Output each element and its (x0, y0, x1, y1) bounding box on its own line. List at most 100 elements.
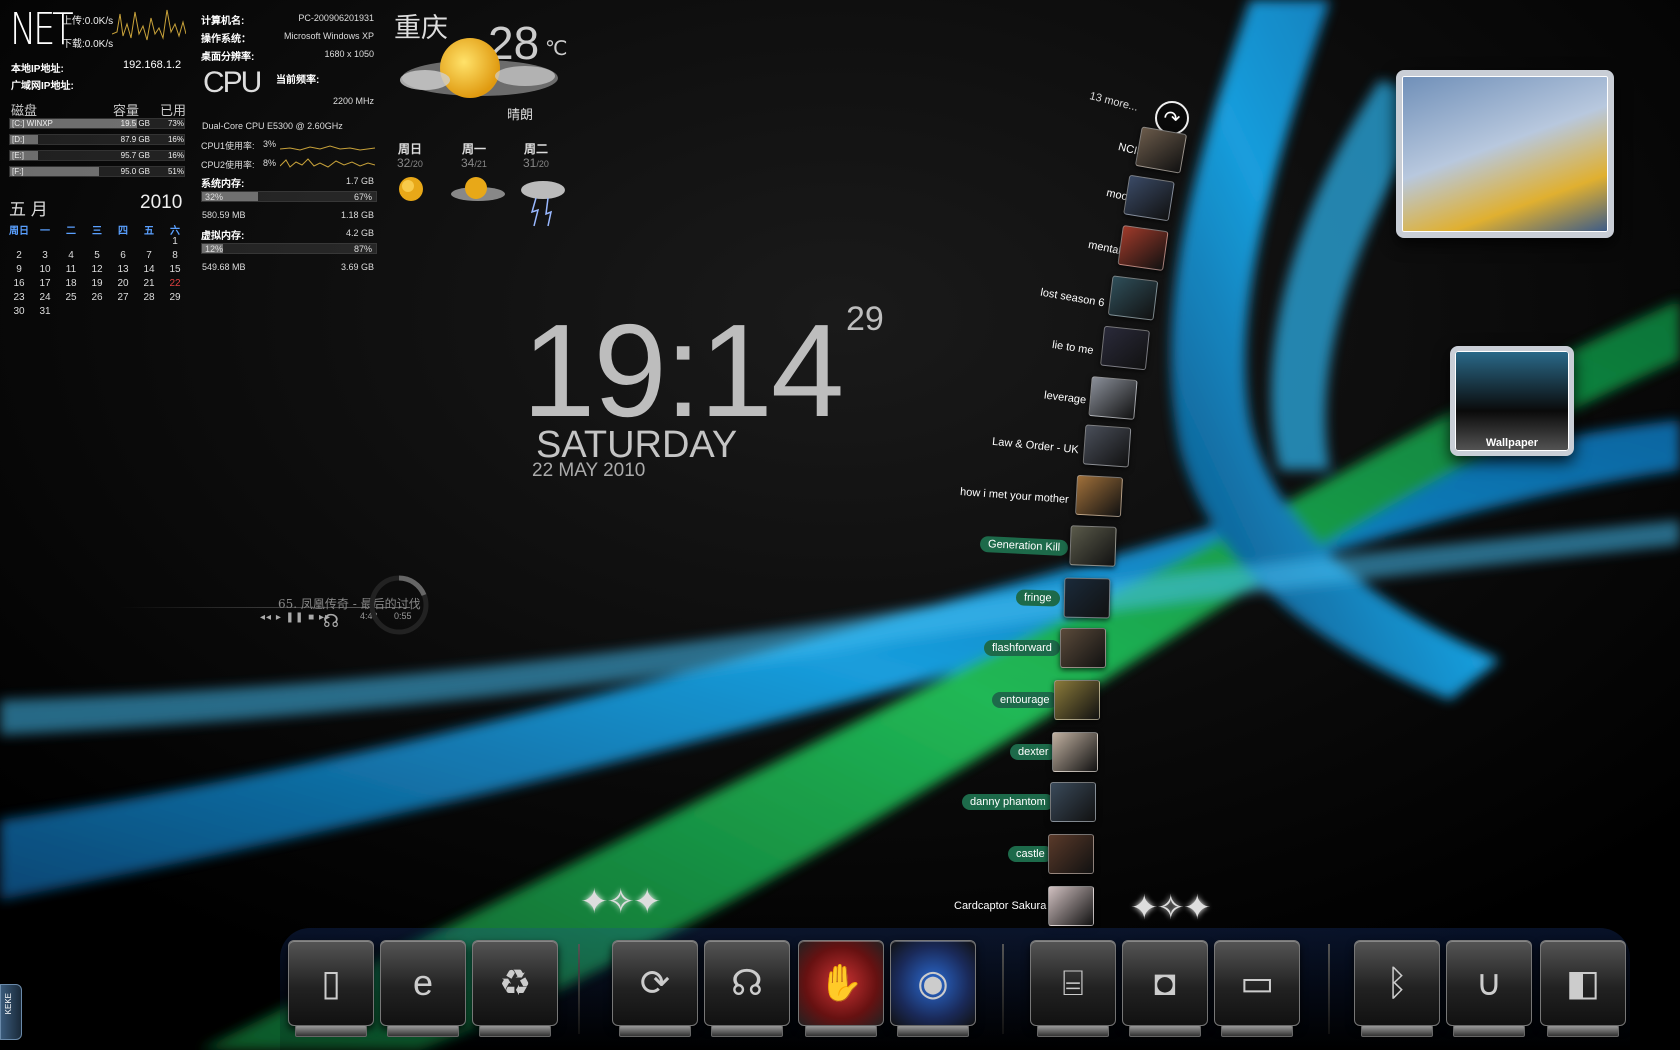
calendar-day[interactable]: 9 (6, 264, 32, 276)
capacity-header: 容量 (113, 103, 140, 118)
wan-ip-label: 广域网IP地址: (11, 81, 74, 92)
calendar-day[interactable]: 29 (162, 292, 188, 304)
show-folder-thumbnail[interactable] (1054, 680, 1100, 720)
calendar-day[interactable]: 25 (58, 292, 84, 304)
show-label[interactable]: entourage (992, 692, 1058, 708)
window-icon[interactable]: ◧ (1540, 940, 1626, 1037)
cpu-frequency-label: 当前频率: (276, 75, 320, 86)
dock-separator (578, 944, 580, 1034)
player-controls[interactable]: ◂◂ ▸ ❚❚ ■ ▸▸ (260, 612, 331, 623)
slideshow-gadget[interactable] (1396, 70, 1614, 238)
disk-header: 磁盘 (11, 103, 38, 118)
calendar-day[interactable]: 30 (6, 306, 32, 318)
calendar-weekday: 一 (40, 226, 50, 237)
stop-hand-icon[interactable]: ✋ (798, 940, 884, 1037)
scanner-icon[interactable]: ⌸ (1030, 940, 1116, 1037)
refresh-icon[interactable]: ⟳ (612, 940, 698, 1037)
headphones-icon[interactable]: ☊ (323, 611, 339, 632)
iphone-icon[interactable]: ▭ (1214, 940, 1300, 1037)
bluetooth-icon[interactable]: ᛒ (1354, 940, 1440, 1037)
calendar-day[interactable]: 24 (32, 292, 58, 304)
side-tab-label: KEKE (4, 993, 13, 1015)
magnet-icon[interactable]: ∪ (1446, 940, 1532, 1037)
stop-hand-icon-glyph: ✋ (818, 962, 864, 1003)
show-label[interactable]: flashforward (984, 640, 1060, 656)
calendar-grid: 1 2 3 4 5 6 7 8 9 10 11 12 13 14 15 16 17 18 19 20 21 22 23 24 2… (6, 236, 186, 318)
media-center-icon-glyph: ◉ (917, 962, 949, 1003)
os-label: 操作系统： (201, 34, 251, 45)
dock-sparkle-left: ✦✧✦ (580, 883, 661, 921)
show-folder-thumbnail[interactable] (1100, 325, 1150, 371)
calendar-day[interactable]: 22 (162, 278, 188, 290)
calendar-day[interactable]: 12 (84, 264, 110, 276)
show-folder-thumbnail[interactable] (1107, 275, 1159, 321)
recycle-bin-icon[interactable]: ♻ (472, 940, 558, 1037)
calendar-day[interactable]: 27 (110, 292, 136, 304)
calendar-month: 五 月 (9, 200, 48, 219)
calendar-day[interactable]: 14 (136, 264, 162, 276)
camera-icon[interactable]: ◘ (1122, 940, 1208, 1037)
show-label[interactable]: danny phantom (962, 794, 1054, 810)
calendar-day[interactable]: 8 (162, 250, 188, 262)
calendar-day[interactable]: 28 (136, 292, 162, 304)
calendar-weekday: 二 (66, 226, 76, 237)
calendar-day[interactable]: 1 (162, 236, 188, 248)
calendar-day[interactable]: 5 (84, 250, 110, 262)
calendar-weekday: 四 (118, 226, 128, 237)
show-folder-thumbnail[interactable] (1063, 577, 1111, 619)
calendar-day (58, 236, 84, 248)
show-label[interactable]: Cardcaptor Sakura (946, 898, 1054, 914)
calendar-day[interactable]: 13 (110, 264, 136, 276)
calendar-day[interactable]: 18 (58, 278, 84, 290)
calendar-day[interactable]: 19 (84, 278, 110, 290)
show-folder-thumbnail[interactable] (1134, 126, 1188, 174)
show-folder-thumbnail[interactable] (1074, 474, 1124, 518)
calendar-day[interactable]: 26 (84, 292, 110, 304)
disk-size: 95.0 GB (120, 167, 150, 176)
calendar-day[interactable]: 17 (32, 278, 58, 290)
calendar-day[interactable]: 20 (110, 278, 136, 290)
show-folder-thumbnail[interactable] (1048, 886, 1094, 926)
clock-time: 19:14 (522, 297, 844, 444)
calendar-day[interactable]: 2 (6, 250, 32, 262)
calendar-day[interactable]: 4 (58, 250, 84, 262)
resolution-label: 桌面分辨率: (201, 52, 255, 63)
calendar-day[interactable]: 21 (136, 278, 162, 290)
cpu-logo: CPU (203, 66, 262, 99)
internet-explorer-icon[interactable]: e (380, 940, 466, 1037)
media-center-icon[interactable]: ◉ (890, 940, 976, 1037)
show-folder-thumbnail[interactable] (1052, 732, 1098, 772)
show-label[interactable]: castle (1008, 846, 1053, 862)
calendar-day[interactable]: 23 (6, 292, 32, 304)
calendar-day[interactable]: 31 (32, 306, 58, 318)
show-label[interactable]: fringe (1015, 589, 1060, 607)
forecast-temps: 32/20 (397, 156, 423, 170)
show-folder-thumbnail[interactable] (1088, 376, 1138, 420)
show-folder-thumbnail[interactable] (1117, 224, 1169, 272)
disk-size: 19.5 GB (120, 119, 150, 128)
show-folder-thumbnail[interactable] (1082, 424, 1132, 468)
calendar-day[interactable]: 10 (32, 264, 58, 276)
headphones-icon[interactable]: ☊ (704, 940, 790, 1037)
player-progress-ring (369, 575, 429, 635)
wallpaper-gadget[interactable]: Wallpaper (1450, 346, 1574, 456)
show-folder-thumbnail[interactable] (1060, 628, 1106, 668)
calendar-day[interactable]: 3 (32, 250, 58, 262)
calendar-day[interactable]: 6 (110, 250, 136, 262)
side-tab[interactable]: KEKE (0, 984, 22, 1040)
calendar-day[interactable]: 15 (162, 264, 188, 276)
calendar-day[interactable]: 16 (6, 278, 32, 290)
disk-name: [D:] (12, 135, 25, 144)
show-folder-thumbnail[interactable] (1069, 525, 1117, 567)
documents-icon[interactable]: ▯ (288, 940, 374, 1037)
show-folder-thumbnail[interactable] (1050, 782, 1096, 822)
documents-icon-glyph: ▯ (321, 962, 341, 1003)
calendar-day[interactable]: 7 (136, 250, 162, 262)
net-traffic-graph (112, 9, 186, 41)
calendar-day[interactable]: 11 (58, 264, 84, 276)
show-folder-thumbnail[interactable] (1123, 174, 1175, 222)
virtual-memory-free: 3.69 GB (340, 262, 374, 272)
show-folder-thumbnail[interactable] (1048, 834, 1094, 874)
calendar-day (6, 236, 32, 248)
show-label[interactable]: dexter (1010, 744, 1057, 760)
